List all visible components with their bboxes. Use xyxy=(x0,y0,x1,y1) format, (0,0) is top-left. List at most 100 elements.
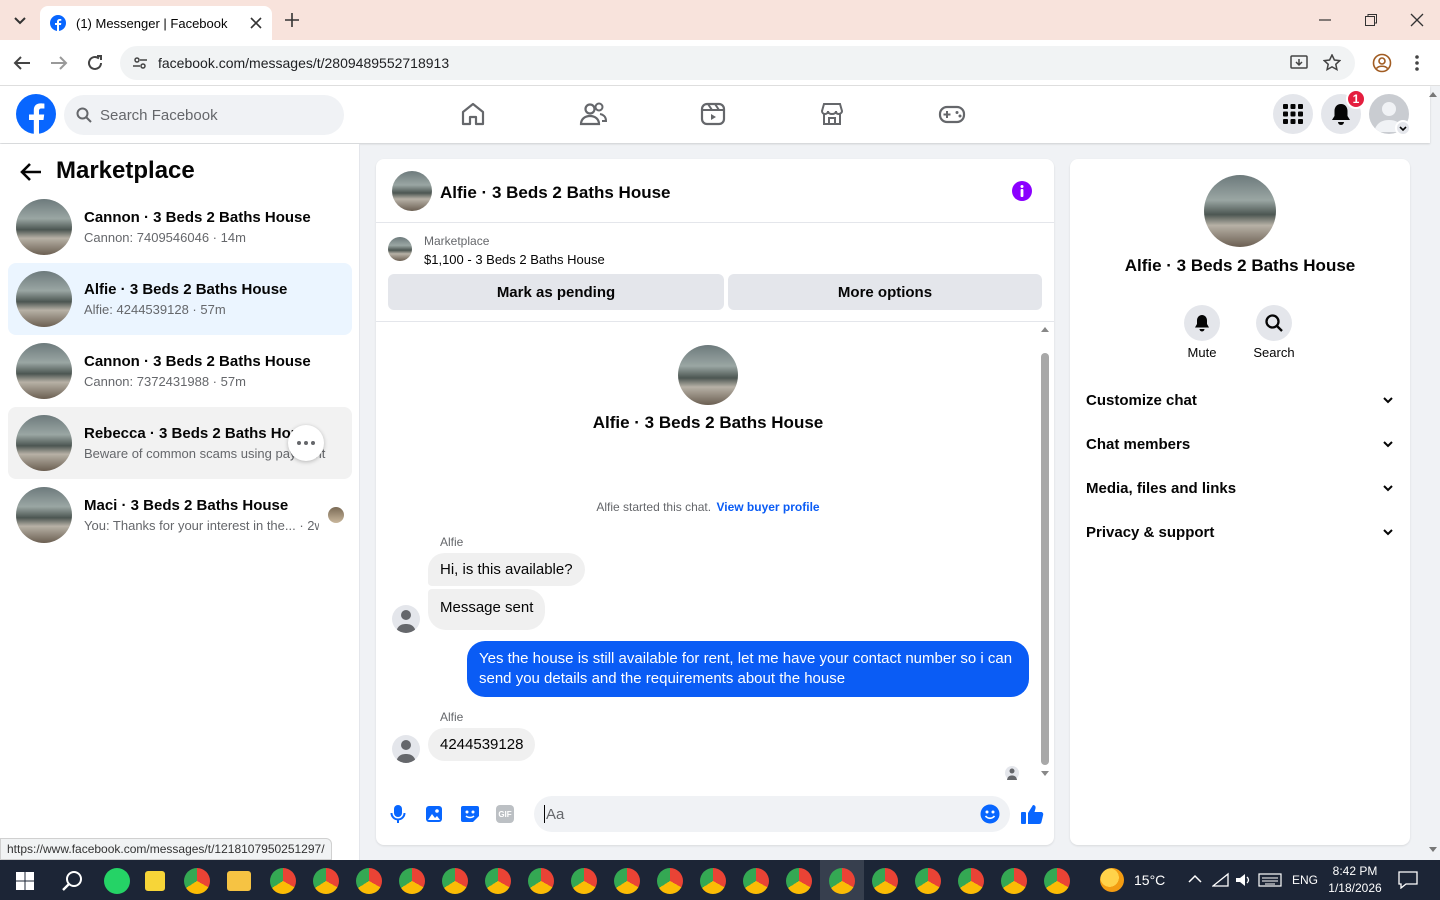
scroll-up-arrow[interactable] xyxy=(1040,325,1050,333)
bookmark-star-icon[interactable] xyxy=(1323,54,1341,72)
browser-tab[interactable]: (1) Messenger | Facebook xyxy=(40,6,272,40)
chrome-icon[interactable] xyxy=(1044,868,1070,894)
menu-grid-button[interactable] xyxy=(1273,94,1313,134)
reload-icon[interactable] xyxy=(86,54,104,72)
chrome-icon[interactable] xyxy=(528,868,554,894)
new-tab-icon[interactable] xyxy=(284,12,300,28)
install-app-icon[interactable] xyxy=(1290,54,1308,72)
scroll-down-arrow[interactable] xyxy=(1040,770,1050,778)
listing-thumbnail xyxy=(16,271,72,327)
chrome-icon-active[interactable] xyxy=(829,868,855,894)
emoji-icon[interactable] xyxy=(980,804,1000,824)
restore-icon[interactable] xyxy=(1364,13,1378,27)
address-bar[interactable]: facebook.com/messages/t/2809489552718913 xyxy=(120,46,1355,80)
conversation-item[interactable]: Cannon · 3 Beds 2 Baths House Cannon: 737… xyxy=(8,335,352,407)
conversation-more-button[interactable] xyxy=(288,425,324,461)
chrome-icon[interactable] xyxy=(958,868,984,894)
chrome-icon[interactable] xyxy=(872,868,898,894)
chrome-icon[interactable] xyxy=(270,868,296,894)
mute-button[interactable] xyxy=(1184,305,1220,341)
friends-icon[interactable] xyxy=(578,99,608,129)
conversation-item[interactable]: Cannon · 3 Beds 2 Baths House Cannon: 740… xyxy=(8,191,352,263)
my-message-bubble[interactable]: Yes the house is still available for ren… xyxy=(467,641,1029,697)
more-options-button[interactable]: More options xyxy=(728,274,1042,310)
tab-search-icon[interactable] xyxy=(10,12,30,28)
sticky-notes-icon[interactable] xyxy=(145,871,165,891)
message-input[interactable]: Aa xyxy=(534,796,1010,832)
section-chat-members[interactable]: Chat members xyxy=(1086,424,1394,464)
home-icon[interactable] xyxy=(458,99,488,129)
gaming-icon[interactable] xyxy=(937,99,967,129)
facebook-search-input[interactable]: Search Facebook xyxy=(64,95,344,135)
chrome-icon[interactable] xyxy=(442,868,468,894)
message-bubble[interactable]: Message sent xyxy=(428,589,546,630)
chrome-profile-icon[interactable] xyxy=(184,868,210,894)
chat-title[interactable]: Alfie · 3 Beds 2 Baths House xyxy=(440,183,671,203)
clock-time[interactable]: 8:42 PM xyxy=(1320,864,1390,878)
close-tab-icon[interactable] xyxy=(250,17,262,29)
section-customize-chat[interactable]: Customize chat xyxy=(1086,380,1394,420)
details-avatar[interactable] xyxy=(1204,175,1276,247)
notification-center-icon[interactable] xyxy=(1398,871,1418,889)
message-bubble[interactable]: 4244539128 xyxy=(428,728,536,761)
windows-start-icon[interactable] xyxy=(16,872,34,890)
message-bubble[interactable]: Hi, is this available? xyxy=(428,553,585,586)
chrome-icon[interactable] xyxy=(657,868,683,894)
chrome-icon[interactable] xyxy=(614,868,640,894)
profile-avatar[interactable] xyxy=(678,345,738,405)
chrome-icon[interactable] xyxy=(485,868,511,894)
sticker-icon[interactable] xyxy=(460,805,480,823)
chrome-icon[interactable] xyxy=(571,868,597,894)
back-icon[interactable] xyxy=(13,55,31,71)
mark-pending-button[interactable]: Mark as pending xyxy=(388,274,724,310)
chrome-icon[interactable] xyxy=(915,868,941,894)
language-indicator[interactable]: ENG xyxy=(1292,873,1318,887)
conversation-item-active[interactable]: Alfie · 3 Beds 2 Baths House Alfie: 42445… xyxy=(8,263,352,335)
minimize-icon[interactable] xyxy=(1318,14,1332,26)
scrollbar-thumb[interactable] xyxy=(1041,353,1049,765)
search-chat-button[interactable] xyxy=(1256,305,1292,341)
forward-icon[interactable] xyxy=(50,55,68,71)
conversation-item-hover[interactable]: Rebecca · 3 Beds 2 Baths House Beware of … xyxy=(8,407,352,479)
page-scroll-down-icon[interactable] xyxy=(1428,846,1438,854)
chrome-icon[interactable] xyxy=(356,868,382,894)
section-media-files-links[interactable]: Media, files and links xyxy=(1086,468,1394,508)
conversation-name: Alfie · 3 Beds 2 Baths House xyxy=(84,281,288,298)
browser-menu-icon[interactable] xyxy=(1414,54,1420,72)
temperature[interactable]: 15°C xyxy=(1134,872,1165,888)
chrome-icon[interactable] xyxy=(700,868,726,894)
microphone-icon[interactable] xyxy=(390,804,406,824)
marketplace-icon[interactable] xyxy=(817,99,847,129)
chrome-icon[interactable] xyxy=(399,868,425,894)
file-explorer-icon[interactable] xyxy=(227,871,251,891)
taskbar-search-icon[interactable] xyxy=(61,870,83,892)
like-thumb-icon[interactable] xyxy=(1020,803,1044,825)
chrome-icon[interactable] xyxy=(743,868,769,894)
chat-avatar[interactable] xyxy=(392,171,432,211)
conversation-item[interactable]: Maci · 3 Beds 2 Baths House You: Thanks f… xyxy=(8,479,352,551)
keyboard-icon[interactable] xyxy=(1258,873,1282,887)
wifi-icon[interactable] xyxy=(1212,872,1230,888)
chrome-icon[interactable] xyxy=(313,868,339,894)
gif-icon[interactable]: GIF xyxy=(496,805,514,823)
volume-icon[interactable] xyxy=(1234,872,1252,888)
chrome-icon[interactable] xyxy=(1001,868,1027,894)
listing-price[interactable]: $1,100 - 3 Beds 2 Baths House xyxy=(424,252,605,267)
section-privacy-support[interactable]: Privacy & support xyxy=(1086,512,1394,552)
photo-icon[interactable] xyxy=(425,805,443,823)
whatsapp-icon[interactable] xyxy=(104,868,130,894)
site-info-icon[interactable] xyxy=(132,55,148,71)
facebook-logo-icon[interactable] xyxy=(16,94,56,134)
account-chevron-icon[interactable] xyxy=(1395,120,1411,136)
tray-chevron-up-icon[interactable] xyxy=(1188,874,1202,884)
back-arrow-icon[interactable] xyxy=(20,162,42,182)
close-window-icon[interactable] xyxy=(1410,13,1424,27)
page-scroll-up-icon[interactable] xyxy=(1428,90,1438,98)
weather-icon[interactable] xyxy=(1100,868,1124,892)
view-buyer-profile-link[interactable]: View buyer profile xyxy=(716,500,819,514)
info-icon[interactable] xyxy=(1011,180,1033,202)
video-icon[interactable] xyxy=(698,99,728,129)
chrome-icon[interactable] xyxy=(786,868,812,894)
profile-icon[interactable] xyxy=(1372,53,1392,73)
clock-date[interactable]: 1/18/2026 xyxy=(1320,881,1390,895)
